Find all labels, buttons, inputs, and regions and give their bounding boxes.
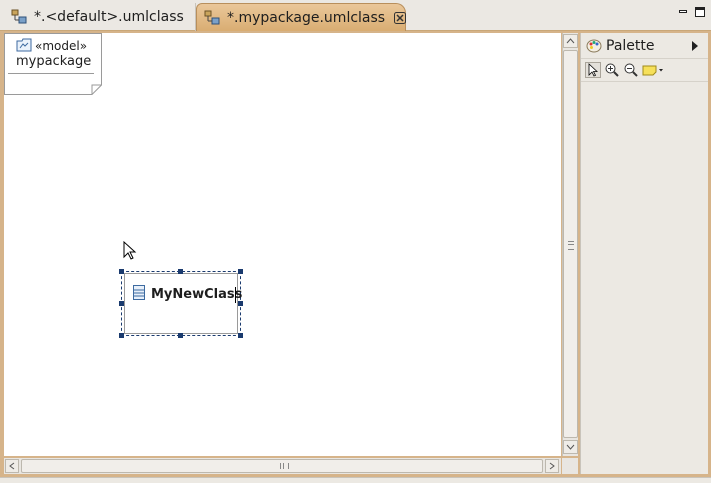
tab-label: *.mypackage.umlclass xyxy=(227,9,386,26)
scroll-up-button[interactable] xyxy=(563,34,578,48)
horizontal-scroll-thumb[interactable] xyxy=(21,459,543,473)
resize-handle[interactable] xyxy=(238,333,243,338)
scroll-corner xyxy=(562,458,578,474)
resize-handle[interactable] xyxy=(119,333,124,338)
resize-handle[interactable] xyxy=(238,301,243,306)
maximize-icon[interactable] xyxy=(695,7,705,17)
close-icon[interactable] xyxy=(394,11,407,24)
status-strip xyxy=(0,477,711,483)
uml-class-diagram-icon xyxy=(10,8,28,26)
tab-label: *.<default>.umlclass xyxy=(34,9,184,25)
palette-toolbar xyxy=(581,59,708,82)
tab-default-umlclass[interactable]: *.<default>.umlclass xyxy=(4,3,196,31)
horizontal-scrollbar[interactable] xyxy=(4,458,561,474)
note-icon[interactable] xyxy=(642,62,664,78)
editor-tab-bar: *.<default>.umlclass *.mypackage.umlclas… xyxy=(0,0,711,31)
text-caret xyxy=(235,287,236,303)
mouse-pointer-icon xyxy=(123,240,137,265)
collapse-palette-icon[interactable] xyxy=(692,41,698,51)
model-name: mypackage xyxy=(16,54,92,69)
scroll-right-button[interactable] xyxy=(545,459,559,473)
vertical-scrollbar[interactable] xyxy=(562,33,578,456)
model-stereotype: «model» xyxy=(35,39,88,53)
vertical-scroll-thumb[interactable] xyxy=(563,50,578,438)
palette-panel: Palette xyxy=(580,33,708,474)
class-node[interactable]: MyNewClass xyxy=(124,273,242,334)
resize-handle[interactable] xyxy=(119,301,124,306)
minimize-icon[interactable] xyxy=(678,7,688,17)
scroll-left-button[interactable] xyxy=(5,459,19,473)
model-note[interactable]: «model» mypackage xyxy=(4,33,102,95)
resize-handle[interactable] xyxy=(178,269,183,274)
scroll-down-button[interactable] xyxy=(563,440,578,454)
window-controls xyxy=(678,7,705,17)
resize-handle[interactable] xyxy=(178,333,183,338)
divider xyxy=(8,73,94,74)
diagram-canvas[interactable]: «model» mypackage MyNewClass xyxy=(4,33,561,456)
zoom-out-icon[interactable] xyxy=(623,62,639,78)
palette-icon xyxy=(586,38,602,54)
palette-header: Palette xyxy=(581,33,708,59)
select-tool-icon[interactable] xyxy=(585,62,601,78)
tab-mypackage-umlclass[interactable]: *.mypackage.umlclass xyxy=(196,3,407,31)
resize-handle[interactable] xyxy=(119,269,124,274)
resize-handle[interactable] xyxy=(238,269,243,274)
zoom-in-icon[interactable] xyxy=(604,62,620,78)
class-name-editor[interactable]: MyNewClass xyxy=(151,287,242,302)
model-icon xyxy=(16,38,32,52)
grip-icon xyxy=(280,463,289,469)
grip-icon xyxy=(568,241,574,250)
uml-class-diagram-icon xyxy=(203,9,221,27)
class-icon xyxy=(133,285,145,300)
palette-title: Palette xyxy=(606,37,655,54)
